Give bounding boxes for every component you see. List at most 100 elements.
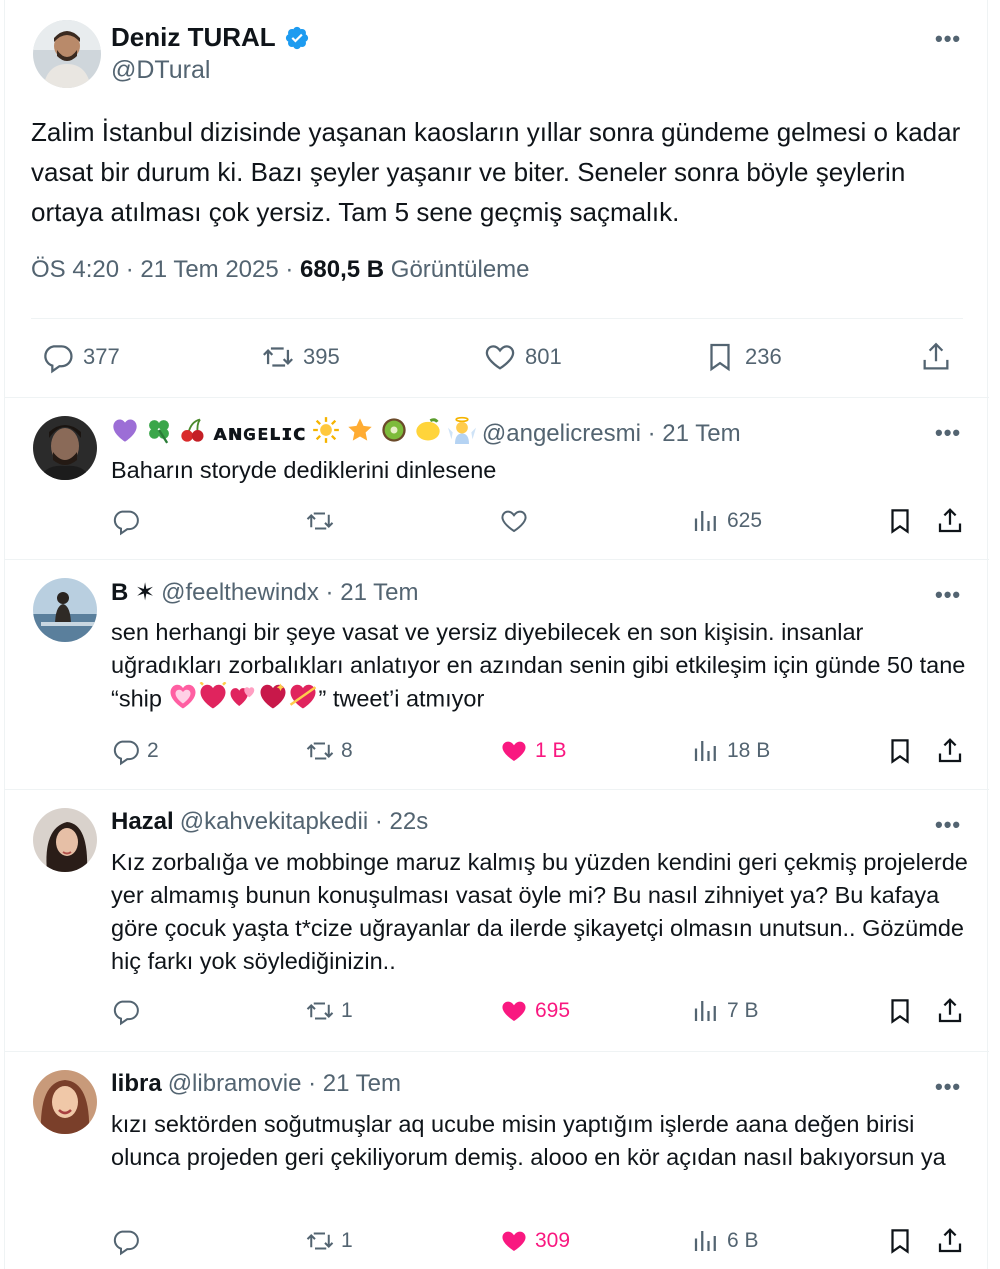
- like-button[interactable]: 801: [483, 340, 562, 374]
- share-button[interactable]: [935, 506, 965, 536]
- analytics-icon: [694, 1231, 716, 1251]
- bookmark-button[interactable]: [885, 1226, 915, 1256]
- reply-button[interactable]: 2: [111, 736, 159, 766]
- reply-text: Baharın storyde dediklerini dinlesene: [111, 457, 497, 483]
- reply-icon: [113, 740, 139, 766]
- views-button[interactable]: 625: [691, 506, 762, 536]
- emoji-clover-icon: [145, 416, 173, 451]
- reply-icon: [113, 1000, 139, 1026]
- author-handle[interactable]: @DTural: [111, 56, 210, 85]
- share-icon: [938, 998, 962, 1023]
- like-button[interactable]: 1 B: [499, 736, 567, 766]
- reply-text: sen herhangi bir şeye vasat ve yersiz di…: [111, 616, 969, 719]
- author-name[interactable]: Deniz TURAL: [111, 22, 310, 53]
- emoji-heart-arrow-icon: [288, 682, 318, 719]
- avatar[interactable]: [33, 578, 97, 642]
- tweet-timestamp[interactable]: ÖS 4:20 · 21 Tem 2025 ·: [31, 256, 300, 283]
- share-button[interactable]: [935, 736, 965, 766]
- view-label: Görüntüleme: [384, 256, 530, 283]
- emoji-sun-icon: [312, 416, 340, 451]
- reply-button[interactable]: [111, 506, 147, 536]
- bookmark-button[interactable]: [885, 996, 915, 1026]
- reply-author-name[interactable]: Hazal: [111, 808, 174, 836]
- repost-button[interactable]: 1: [305, 996, 353, 1026]
- emoji-two-hearts-icon: [228, 682, 258, 719]
- more-options-icon[interactable]: •••: [935, 420, 961, 446]
- share-button[interactable]: [919, 340, 953, 374]
- views-button[interactable]: 7 B: [691, 996, 759, 1026]
- reply-button[interactable]: 377: [41, 340, 120, 374]
- verified-badge-icon: [285, 26, 308, 49]
- reply-button[interactable]: [111, 1226, 147, 1256]
- avatar[interactable]: [33, 1070, 97, 1134]
- bookmark-icon: [891, 739, 909, 764]
- emoji-lemon-icon: [414, 416, 442, 451]
- reply-author-handle[interactable]: @kahvekitapkedii · 22s: [180, 808, 428, 836]
- reply-header: ᴀɴɢᴇʟɪᴄ @angelicresmi · 21 Tem: [111, 416, 741, 451]
- repost-button[interactable]: [305, 506, 341, 536]
- reply-author-name[interactable]: libra: [111, 1070, 162, 1098]
- avatar[interactable]: [33, 416, 97, 480]
- avatar[interactable]: [33, 808, 97, 872]
- reply-header: Hazal @kahvekitapkedii · 22s: [111, 808, 428, 836]
- repost-icon: [306, 742, 334, 760]
- heart-filled-icon: [502, 1231, 526, 1251]
- reply-author-handle[interactable]: @libramovie · 21 Tem: [168, 1070, 401, 1098]
- reply-actions: 1 309 6 B: [5, 1226, 989, 1266]
- reply-author-name[interactable]: ᴀɴɢᴇʟɪᴄ: [213, 421, 306, 446]
- bookmark-icon: [891, 1229, 909, 1254]
- reply-actions: 1 695 7 B: [5, 996, 989, 1036]
- tweet-meta: ÖS 4:20 · 21 Tem 2025 · 680,5 B Görüntül…: [31, 256, 530, 284]
- emoji-sparkle-heart-icon: [258, 682, 288, 719]
- bookmark-button[interactable]: 236: [703, 340, 782, 374]
- repost-icon: [306, 512, 334, 530]
- repost-button[interactable]: 8: [305, 736, 353, 766]
- emoji-kiwi-icon: [380, 416, 408, 451]
- like-button[interactable]: [499, 506, 535, 536]
- emoji-sparkling-heart-icon: [168, 682, 198, 719]
- heart-icon: [485, 345, 515, 370]
- reply-author-handle[interactable]: @angelicresmi · 21 Tem: [482, 420, 741, 448]
- views-button[interactable]: 6 B: [691, 1226, 759, 1256]
- heart-filled-icon: [502, 741, 526, 761]
- repost-button[interactable]: 395: [261, 340, 340, 374]
- emoji-heart-exclamation-icon: [198, 681, 228, 719]
- like-button[interactable]: 309: [499, 1226, 570, 1256]
- more-options-icon[interactable]: •••: [935, 26, 961, 52]
- repost-button[interactable]: 1: [305, 1226, 353, 1256]
- reply-author-name[interactable]: B ✶: [111, 578, 155, 607]
- repost-icon: [306, 1232, 334, 1250]
- more-options-icon[interactable]: •••: [935, 1074, 961, 1100]
- reply-actions: 625: [5, 506, 989, 546]
- bookmark-icon: [891, 509, 909, 534]
- share-button[interactable]: [935, 1226, 965, 1256]
- tweet-actions: 377 395 801 236: [5, 336, 989, 380]
- bookmark-button[interactable]: [885, 506, 915, 536]
- reply-tweet: libra @libramovie · 21 Tem ••• kızı sekt…: [5, 1052, 989, 1269]
- main-tweet: Deniz TURAL @DTural ••• Zalim İstanbul d…: [5, 0, 989, 398]
- heart-icon: [501, 510, 527, 533]
- emoji-angel-icon: [447, 416, 476, 451]
- emoji-cherry-icon: [179, 416, 207, 451]
- more-options-icon[interactable]: •••: [935, 582, 961, 608]
- more-options-icon[interactable]: •••: [935, 812, 961, 838]
- reply-author-handle[interactable]: @feelthewindx · 21 Tem: [161, 579, 418, 607]
- tweet-thread: Deniz TURAL @DTural ••• Zalim İstanbul d…: [4, 0, 989, 1269]
- reply-text: kızı sektörden soğutmuşlar aq ucube misi…: [111, 1111, 946, 1170]
- bookmark-button[interactable]: [885, 736, 915, 766]
- reply-icon: [113, 510, 139, 536]
- share-button[interactable]: [935, 996, 965, 1026]
- avatar[interactable]: [33, 20, 101, 88]
- reply-button[interactable]: [111, 996, 147, 1026]
- reply-header: B ✶ @feelthewindx · 21 Tem: [111, 578, 419, 607]
- analytics-icon: [694, 511, 716, 531]
- analytics-icon: [694, 1001, 716, 1021]
- reply-tweet: B ✶ @feelthewindx · 21 Tem ••• sen herha…: [5, 560, 989, 790]
- like-button[interactable]: 695: [499, 996, 570, 1026]
- share-icon: [938, 738, 962, 763]
- reply-icon: [44, 345, 73, 374]
- reply-text: Kız zorbalığa ve mobbinge maruz kalmış b…: [111, 849, 968, 974]
- views-button[interactable]: 18 B: [691, 736, 770, 766]
- bookmark-icon: [891, 999, 909, 1024]
- view-count: 680,5 B: [300, 256, 385, 283]
